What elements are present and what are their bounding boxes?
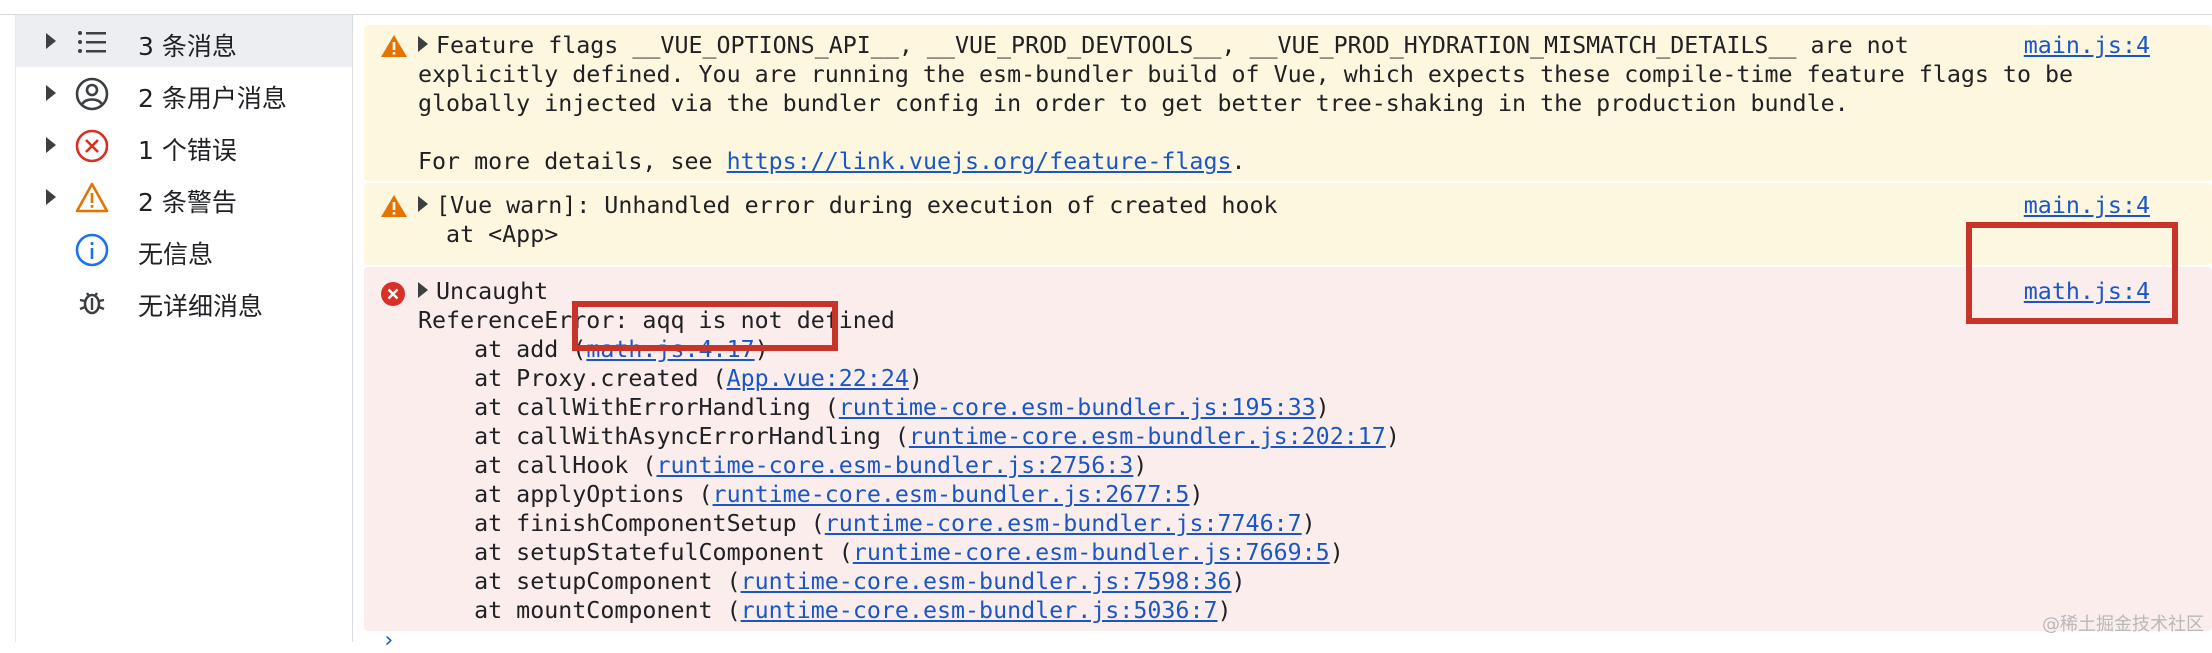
- sidebar-item-label: 无详细消息: [138, 292, 264, 321]
- expand-arrow-icon[interactable]: [46, 33, 56, 49]
- sidebar-item-label: 1 个错误: [138, 136, 237, 165]
- stack-source-link[interactable]: runtime-core.esm-bundler.js:202:17: [909, 423, 1386, 450]
- source-link[interactable]: main.js:4: [2024, 191, 2150, 220]
- bug-icon: [79, 292, 105, 315]
- stack-frame: at callWithAsyncErrorHandling (runtime-c…: [418, 423, 1400, 450]
- stack-source-link[interactable]: runtime-core.esm-bundler.js:7598:36: [741, 568, 1232, 595]
- sidebar-item-messages[interactable]: 3 条消息: [16, 15, 352, 67]
- stack-source-link[interactable]: runtime-core.esm-bundler.js:5036:7: [741, 597, 1218, 624]
- warning-text: globally injected via the bundler config…: [418, 90, 1849, 117]
- watermark: @稀土掘金技术社区: [2042, 614, 2204, 635]
- stack-frame: at mountComponent (runtime-core.esm-bund…: [418, 597, 1232, 624]
- stack-frame: at callWithErrorHandling (runtime-core.e…: [418, 394, 1330, 421]
- source-link[interactable]: main.js:4: [2024, 31, 2150, 60]
- disclosure-triangle-icon[interactable]: [418, 196, 428, 212]
- expand-arrow-icon[interactable]: [46, 85, 56, 101]
- stack-source-link[interactable]: runtime-core.esm-bundler.js:195:33: [839, 394, 1316, 421]
- stack-source-link[interactable]: runtime-core.esm-bundler.js:7669:5: [853, 539, 1330, 566]
- warning-text[interactable]: [Vue warn]: Unhandled error during execu…: [418, 191, 1278, 220]
- user-icon: [75, 77, 109, 111]
- sidebar-item-errors[interactable]: 1 个错误: [16, 119, 352, 171]
- error-icon: [381, 282, 405, 306]
- disclosure-triangle-icon[interactable]: [418, 282, 428, 298]
- sidebar-item-label: 3 条消息: [138, 32, 237, 61]
- warning-text: explicitly defined. You are running the …: [418, 61, 2074, 88]
- sidebar-item-label: 2 条用户消息: [138, 84, 287, 113]
- top-toolbar: [0, 0, 2212, 15]
- warning-icon: [381, 35, 407, 57]
- info-icon: [75, 233, 109, 267]
- disclosure-triangle-icon[interactable]: [418, 36, 428, 52]
- sidebar-item-warnings[interactable]: 2 条警告: [16, 171, 352, 223]
- sidebar-item-label: 无信息: [138, 240, 214, 269]
- expand-arrow-icon[interactable]: [46, 189, 56, 205]
- stack-source-link[interactable]: App.vue:22:24: [727, 365, 909, 392]
- console-warning-message: Feature flags __VUE_OPTIONS_API__, __VUE…: [364, 25, 2212, 181]
- highlight-box: [572, 301, 838, 351]
- warning-icon: [381, 195, 407, 217]
- console-prompt-icon[interactable]: ›: [382, 628, 395, 653]
- stack-source-link[interactable]: runtime-core.esm-bundler.js:2756:3: [656, 452, 1133, 479]
- sidebar-item-info[interactable]: 无信息: [16, 223, 352, 275]
- error-title[interactable]: Uncaught: [418, 277, 548, 306]
- stack-frame: at Proxy.created (App.vue:22:24): [418, 365, 923, 392]
- warning-details: For more details, see https://link.vuejs…: [418, 148, 1246, 175]
- warning-text[interactable]: Feature flags __VUE_OPTIONS_API__, __VUE…: [418, 31, 1909, 60]
- stack-frame: at setupComponent (runtime-core.esm-bund…: [418, 568, 1246, 595]
- console-warning-message: [Vue warn]: Unhandled error during execu…: [364, 183, 2212, 265]
- error-icon: [75, 129, 109, 163]
- stack-source-link[interactable]: runtime-core.esm-bundler.js:2677:5: [713, 481, 1190, 508]
- list-icon: [78, 31, 106, 53]
- stack-frame: at setupStatefulComponent (runtime-core.…: [418, 539, 1344, 566]
- sidebar-item-label: 2 条警告: [138, 188, 237, 217]
- expand-arrow-icon[interactable]: [46, 137, 56, 153]
- sidebar-item-verbose[interactable]: 无详细消息: [16, 275, 352, 327]
- feature-flags-link[interactable]: https://link.vuejs.org/feature-flags: [727, 148, 1232, 175]
- stack-source-link[interactable]: runtime-core.esm-bundler.js:7746:7: [825, 510, 1302, 537]
- stack-frame: at applyOptions (runtime-core.esm-bundle…: [418, 481, 1204, 508]
- warning-icon: [75, 182, 109, 213]
- highlight-box: [1966, 222, 2178, 324]
- warning-component-trace: at <App>: [418, 221, 559, 248]
- sidebar-item-user-messages[interactable]: 2 条用户消息: [16, 67, 352, 119]
- stack-frame: at callHook (runtime-core.esm-bundler.js…: [418, 452, 1148, 479]
- console-sidebar: 3 条消息 2 条用户消息 1 个错误 2 条警告 无信息 无详细消息: [15, 15, 353, 642]
- stack-frame: at finishComponentSetup (runtime-core.es…: [418, 510, 1316, 537]
